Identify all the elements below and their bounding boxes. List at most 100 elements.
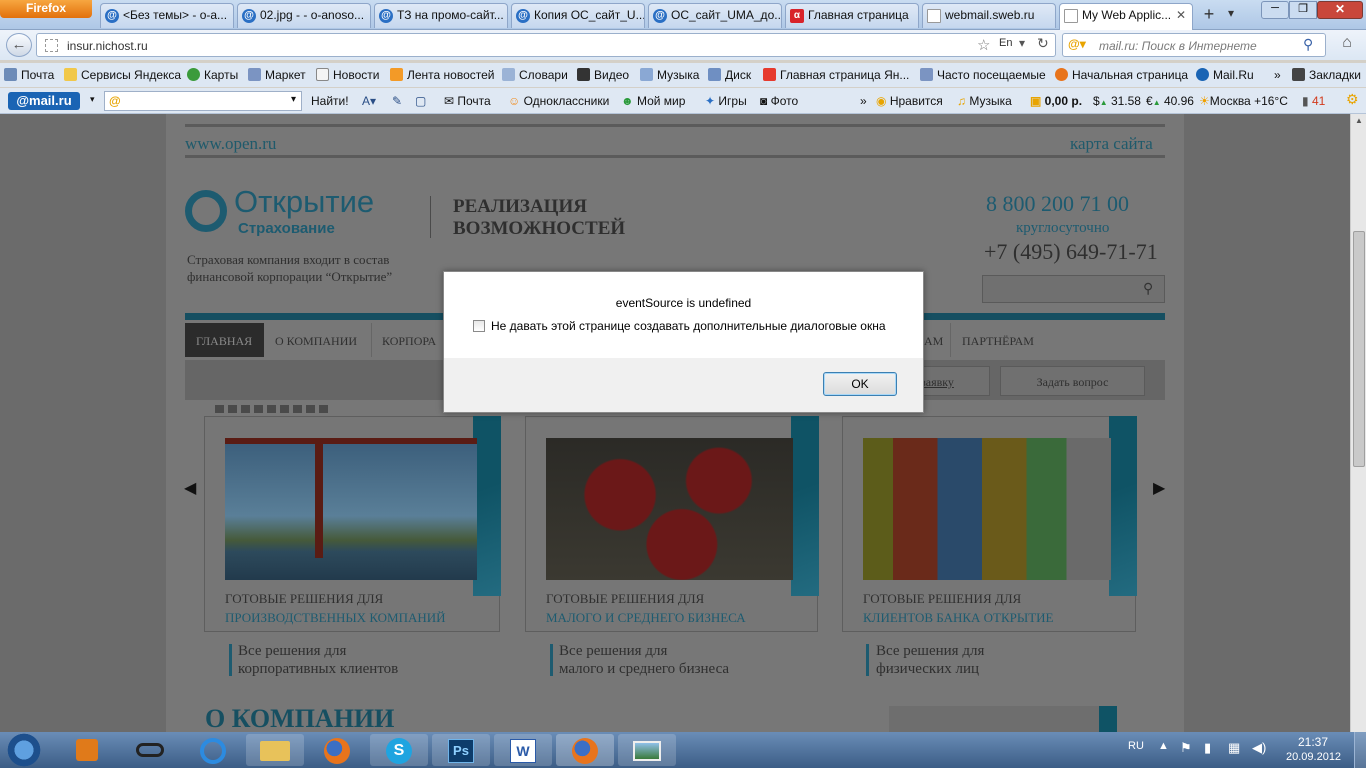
- home-icon[interactable]: ⌂: [1334, 34, 1360, 56]
- browser-tab-active[interactable]: My Web Applic... ✕: [1059, 3, 1193, 30]
- vertical-scrollbar[interactable]: ▲: [1350, 114, 1366, 732]
- taskbar-app-glasses[interactable]: [120, 734, 178, 766]
- browser-tab[interactable]: α Главная страница: [785, 3, 919, 28]
- browser-tab[interactable]: @ <Без темы> - o-a...: [100, 3, 234, 28]
- dropdown-arrow-icon[interactable]: ▾: [90, 94, 95, 105]
- bookmark-item[interactable]: Mail.Ru: [1196, 68, 1254, 82]
- slider-dots[interactable]: [215, 405, 331, 413]
- site-search-input[interactable]: ⚲: [982, 275, 1165, 303]
- bookmark-item[interactable]: Лента новостей: [390, 68, 495, 82]
- search-icon[interactable]: ⚲: [1303, 36, 1313, 53]
- slider-next-arrow-icon[interactable]: ▶: [1153, 478, 1165, 498]
- browser-tab[interactable]: @ Копия ОС_сайт_U...: [511, 3, 645, 28]
- settings-gear-icon[interactable]: ⚙: [1346, 91, 1359, 108]
- more-chevron-icon[interactable]: »: [860, 94, 867, 108]
- slider-prev-arrow-icon[interactable]: ◀: [184, 478, 196, 498]
- clock-date[interactable]: 20.09.2012: [1286, 751, 1341, 763]
- taskbar-app-firefox-active[interactable]: [556, 734, 614, 766]
- weather-widget[interactable]: ☀Москва +16°C: [1199, 94, 1288, 108]
- taskbar-app-explorer[interactable]: [246, 734, 304, 766]
- card-subtitle[interactable]: ПРОИЗВОДСТВЕННЫХ КОМПАНИЙ: [225, 610, 446, 626]
- bookmark-item[interactable]: Видео: [577, 68, 629, 82]
- bookmark-item[interactable]: Новости: [316, 68, 379, 82]
- odnoklassniki-link[interactable]: ☺ Одноклассники: [508, 94, 609, 108]
- logo-title[interactable]: Открытие: [234, 184, 374, 220]
- power-icon[interactable]: ▮: [1204, 740, 1211, 756]
- card-link[interactable]: Все решения для малого и среднего бизнеса: [559, 642, 729, 678]
- site-domain-link[interactable]: www.open.ru: [185, 134, 276, 154]
- more-bookmarks-chevron-icon[interactable]: »: [1274, 68, 1281, 82]
- balance-widget[interactable]: ▣ 0,00 р.: [1030, 94, 1082, 108]
- browser-tab[interactable]: @ ТЗ на промо-сайт...: [374, 3, 508, 28]
- firefox-menu-button[interactable]: Firefox: [0, 0, 92, 18]
- minimize-button[interactable]: ─: [1261, 1, 1289, 19]
- search-field[interactable]: @▾ mail.ru: Поиск в Интернете ⚲: [1062, 33, 1326, 57]
- bookmark-item[interactable]: Начальная страница: [1055, 68, 1188, 82]
- games-link[interactable]: ✦ Игры: [705, 94, 747, 108]
- likes-link[interactable]: ◉ Нравится: [876, 94, 943, 108]
- sitemap-link[interactable]: карта сайта: [1070, 134, 1153, 154]
- suppress-dialogs-checkbox[interactable]: [473, 320, 485, 332]
- taskbar-app-ie[interactable]: [184, 734, 242, 766]
- show-desktop-button[interactable]: [1354, 732, 1366, 768]
- photo-link[interactable]: ◙ Фото: [760, 94, 798, 108]
- volume-icon[interactable]: ◀): [1252, 740, 1266, 756]
- scroll-up-arrow-icon[interactable]: ▲: [1355, 116, 1363, 125]
- request-button[interactable]: заявку: [914, 366, 990, 396]
- menu-item-corporate[interactable]: КОРПОРА: [382, 334, 436, 349]
- language-icon[interactable]: En: [999, 37, 1012, 49]
- clock-time[interactable]: 21:37: [1298, 735, 1328, 749]
- search-icon[interactable]: ⚲: [1143, 280, 1153, 297]
- menu-item-partners[interactable]: ПАРТНЁРАМ: [962, 334, 1034, 349]
- back-button[interactable]: ←: [6, 33, 32, 57]
- bookmark-item[interactable]: Карты: [187, 68, 238, 82]
- bookmark-item[interactable]: Часто посещаемые: [920, 68, 1046, 82]
- language-indicator[interactable]: RU: [1128, 740, 1144, 752]
- close-window-button[interactable]: ✕: [1317, 1, 1363, 19]
- usd-rate[interactable]: $▲ 31.58: [1093, 94, 1141, 108]
- card-link[interactable]: Все решения для физических лиц: [876, 642, 984, 678]
- site-identity-icon[interactable]: [45, 39, 58, 52]
- bookmark-item[interactable]: Словари: [502, 68, 568, 82]
- mailru-search-input[interactable]: @ ▾: [104, 91, 302, 111]
- notifications-widget[interactable]: ▮ 41: [1302, 94, 1325, 108]
- taskbar-app-skype[interactable]: S: [370, 734, 428, 766]
- menu-item-about[interactable]: О КОМПАНИИ: [275, 334, 357, 349]
- search-engine-icon[interactable]: @▾: [1068, 37, 1094, 51]
- action-center-flag-icon[interactable]: ⚑: [1180, 740, 1192, 756]
- ask-question-button[interactable]: Задать вопрос: [1000, 366, 1145, 396]
- suppress-dialogs-label[interactable]: Не давать этой странице создавать дополн…: [491, 319, 886, 333]
- show-hidden-icons-chevron-icon[interactable]: ▲: [1158, 740, 1169, 752]
- bookmark-item[interactable]: Закладки: [1292, 68, 1361, 82]
- star-icon[interactable]: ☆: [977, 36, 990, 54]
- bookmark-item[interactable]: Диск: [708, 68, 751, 82]
- menu-item-home[interactable]: ГЛАВНАЯ: [196, 334, 252, 349]
- maximize-button[interactable]: ❐: [1289, 1, 1317, 19]
- menu-item-partial[interactable]: АМ: [924, 334, 943, 349]
- my-world-link[interactable]: ☻ Мой мир: [621, 94, 685, 108]
- mailru-logo[interactable]: @mail.ru: [8, 92, 80, 110]
- reload-icon[interactable]: ↻: [1037, 35, 1049, 52]
- music-link[interactable]: ♫ Музыка: [957, 94, 1012, 108]
- bookmark-item[interactable]: Почта: [4, 68, 54, 82]
- taskbar-app-photoshop[interactable]: Ps: [432, 734, 490, 766]
- ok-button[interactable]: OK: [823, 372, 897, 396]
- card-link[interactable]: Все решения для корпоративных клиентов: [238, 642, 398, 678]
- taskbar-app-word[interactable]: W: [494, 734, 552, 766]
- browser-tab[interactable]: webmail.sweb.ru: [922, 3, 1056, 28]
- taskbar-app-photo-viewer[interactable]: [618, 734, 676, 766]
- network-icon[interactable]: ▦: [1228, 740, 1240, 756]
- mail-link[interactable]: ✉ Почта: [444, 94, 491, 108]
- new-tab-button[interactable]: +: [1198, 4, 1220, 26]
- zoom-icon[interactable]: ▢: [415, 94, 426, 108]
- card-subtitle[interactable]: МАЛОГО И СРЕДНЕГО БИЗНЕСА: [546, 610, 746, 626]
- scrollbar-thumb[interactable]: [1353, 231, 1365, 467]
- find-button[interactable]: Найти!: [311, 94, 349, 108]
- bookmark-item[interactable]: Музыка: [640, 68, 699, 82]
- browser-tab[interactable]: @ ОС_сайт_UMA_до...: [648, 3, 782, 28]
- start-button[interactable]: [4, 732, 44, 768]
- chevron-down-icon[interactable]: ▾: [291, 94, 296, 105]
- bookmark-item[interactable]: Главная страница Ян...: [763, 68, 909, 82]
- bookmark-item[interactable]: Сервисы Яндекса: [64, 68, 181, 82]
- browser-tab[interactable]: @02.jpg - - o-anoso...: [237, 3, 371, 28]
